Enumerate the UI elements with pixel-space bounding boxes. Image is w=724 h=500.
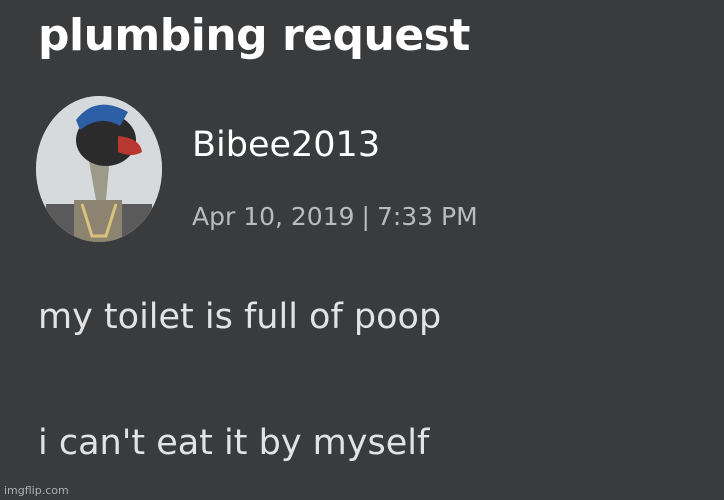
- watermark: imgflip.com: [4, 484, 69, 497]
- post-card: plumbing request Bibee2013 Apr 10, 2019 |…: [0, 0, 724, 500]
- post-body-line: i can't eat it by myself: [38, 423, 430, 463]
- post-body-line: my toilet is full of poop: [38, 297, 442, 337]
- user-avatar-icon: [36, 96, 162, 242]
- post-meta: Apr 10, 2019 | 7:33 PM: [192, 200, 478, 234]
- post-date: Apr 10, 2019: [192, 202, 355, 231]
- author-username[interactable]: Bibee2013: [192, 122, 380, 168]
- meta-separator: |: [361, 202, 370, 231]
- author-avatar[interactable]: [36, 96, 162, 242]
- post-time: 7:33 PM: [376, 202, 478, 231]
- post-title: plumbing request: [38, 10, 470, 61]
